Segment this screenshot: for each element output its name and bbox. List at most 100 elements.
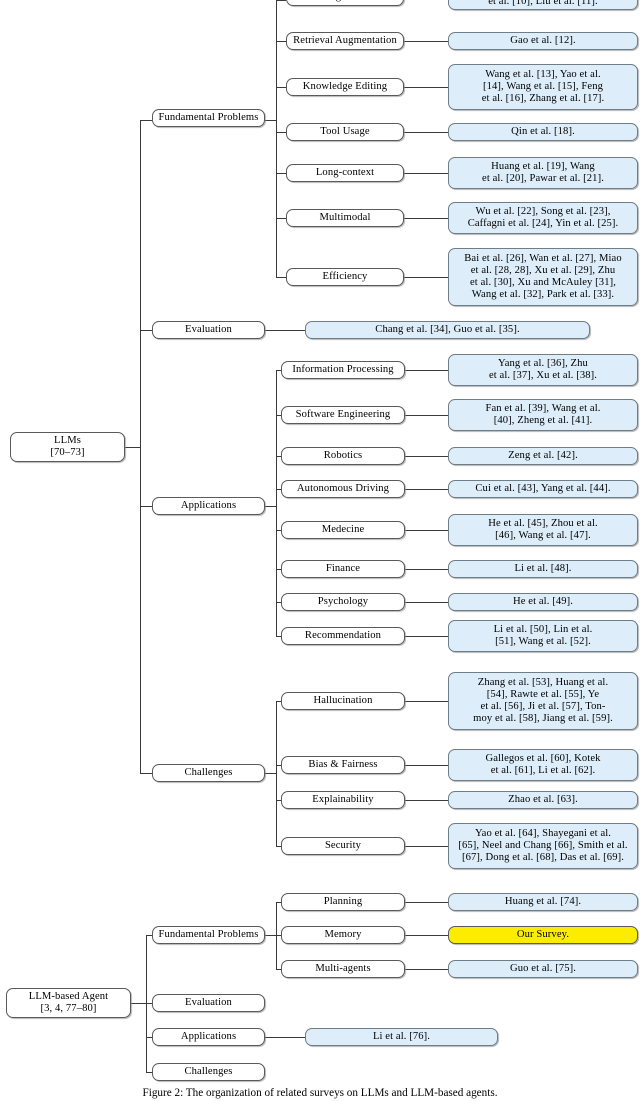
- connector-llms-challenges-spine: [276, 701, 277, 846]
- ref-node-recommendation: Li et al. [50], Lin et al. [51], Wang et…: [448, 620, 638, 652]
- branch-node-llms-applications: Applications: [152, 497, 265, 515]
- ref-node-agent-applications: Li et al. [76].: [305, 1028, 498, 1046]
- connector-software-engineering-to-refs: [405, 415, 448, 416]
- connector-llms-spine: [140, 120, 141, 773]
- connector-llms-applications-stem: [265, 506, 276, 507]
- topic-node-alignment: Alignment: [286, 0, 404, 6]
- branch-node-llms-challenges: Challenges: [152, 764, 265, 782]
- ref-node-multi-agents-text: Guo et al. [75].: [509, 962, 577, 974]
- ref-node-retrieval-augmentation-text: Gao et al. [12].: [510, 34, 576, 46]
- connector-efficiency-to-refs: [404, 277, 448, 278]
- branch-node-llms-fundamental-problems-label: Fundamental Problems: [158, 111, 259, 123]
- topic-node-efficiency-label: Efficiency: [322, 270, 368, 282]
- topic-node-knowledge-editing-label: Knowledge Editing: [302, 80, 388, 92]
- ref-node-explainability: Zhao et al. [63].: [448, 791, 638, 809]
- connector-robotics-to-refs: [405, 456, 448, 457]
- connector-multi-agents-to-refs: [405, 969, 448, 970]
- connector-information-processing-to-refs: [405, 370, 448, 371]
- topic-node-long-context-label: Long-context: [315, 166, 375, 178]
- topic-node-multi-agents-label: Multi-agents: [315, 962, 371, 974]
- branch-node-agent-evaluation-label: Evaluation: [185, 996, 232, 1008]
- ref-node-medecine-text: He et al. [45], Zhou et al. [46], Wang e…: [488, 517, 598, 541]
- connector-llms-to-challenges: [140, 773, 152, 774]
- ref-node-multimodal: Wu et al. [22], Song et al. [23], Caffag…: [448, 202, 638, 234]
- ref-node-finance: Li et al. [48].: [448, 560, 638, 578]
- connector-autonomous-driving-to-refs: [405, 489, 448, 490]
- connector-medecine-to-refs: [405, 530, 448, 531]
- topic-node-psychology: Psychology: [281, 593, 405, 611]
- topic-node-medecine: Medecine: [281, 521, 405, 539]
- branch-node-llms-evaluation-label: Evaluation: [185, 323, 232, 335]
- ref-node-bias-fairness: Gallegos et al. [60], Kotek et al. [61],…: [448, 749, 638, 781]
- connector-recommendation-to-refs: [405, 636, 448, 637]
- ref-node-hallucination: Zhang et al. [53], Huang et al. [54], Ra…: [448, 672, 638, 730]
- ref-node-memory-our-survey-text: Our Survey.: [516, 928, 570, 940]
- topic-node-explainability-label: Explainability: [312, 793, 374, 805]
- topic-node-software-engineering-label: Software Engineering: [295, 408, 391, 420]
- ref-node-knowledge-editing-text: Wang et al. [13], Yao et al. [14], Wang …: [481, 68, 605, 105]
- topic-node-bias-fairness: Bias & Fairness: [281, 756, 405, 774]
- connector-hallucination-to-refs: [405, 701, 448, 702]
- connector-security-to-refs: [405, 846, 448, 847]
- connector-tool-usage-to-refs: [404, 132, 448, 133]
- branch-node-agent-fundamental-problems: Fundamental Problems: [152, 926, 265, 944]
- connector-bias-fairness-to-refs: [405, 765, 448, 766]
- ref-node-multi-agents: Guo et al. [75].: [448, 960, 638, 978]
- topic-node-robotics-label: Robotics: [323, 449, 363, 461]
- connector-fundamental-to-tool-usage: [276, 132, 286, 133]
- root-node-llm-based-agent: LLM-based Agent [3, 4, 77–80]: [6, 988, 131, 1018]
- taxonomy-diagram: LLMs [70–73] Fundamental Problems Alignm…: [0, 0, 640, 1101]
- topic-node-information-processing: Information Processing: [281, 361, 405, 379]
- ref-node-security-text: Yao et al. [64], Shayegani et al. [65], …: [458, 827, 628, 864]
- ref-node-multimodal-text: Wu et al. [22], Song et al. [23], Caffag…: [467, 205, 619, 229]
- ref-node-knowledge-editing: Wang et al. [13], Yao et al. [14], Wang …: [448, 64, 638, 110]
- connector-finance-to-refs: [405, 569, 448, 570]
- ref-node-efficiency: Bai et al. [26], Wan et al. [27], Miao e…: [448, 248, 638, 306]
- branch-node-agent-applications-label: Applications: [180, 1030, 237, 1042]
- topic-node-finance-label: Finance: [325, 562, 361, 574]
- branch-node-agent-fundamental-problems-label: Fundamental Problems: [158, 928, 259, 940]
- topic-node-psychology-label: Psychology: [317, 595, 369, 607]
- ref-node-robotics-text: Zeng et al. [42].: [508, 449, 578, 461]
- connector-agent-fundamental-stem: [265, 935, 276, 936]
- connector-llms-applications-spine: [276, 370, 277, 636]
- topic-node-bias-fairness-label: Bias & Fairness: [308, 758, 378, 770]
- topic-node-planning: Planning: [281, 893, 405, 911]
- topic-node-multimodal: Multimodal: [286, 209, 404, 227]
- topic-node-planning-label: Planning: [323, 895, 363, 907]
- connector-fundamental-to-long-context: [276, 173, 286, 174]
- connector-fundamental-to-retrieval: [276, 41, 286, 42]
- connector-planning-to-refs: [405, 902, 448, 903]
- topic-node-tool-usage-label: Tool Usage: [320, 125, 370, 137]
- topic-node-security-label: Security: [324, 839, 362, 851]
- connector-knowledge-editing-to-refs: [404, 87, 448, 88]
- connector-llms-to-applications: [140, 506, 152, 507]
- ref-node-robotics: Zeng et al. [42].: [448, 447, 638, 465]
- topic-node-information-processing-label: Information Processing: [292, 363, 394, 375]
- connector-llms-stem: [125, 447, 140, 448]
- topic-node-alignment-label: Alignment: [290, 0, 400, 3]
- connector-retrieval-to-refs: [404, 41, 448, 42]
- root-node-llm-based-agent-label: LLM-based Agent [3, 4, 77–80]: [28, 990, 109, 1014]
- branch-node-agent-challenges-label: Challenges: [184, 1065, 233, 1077]
- connector-fundamental-to-alignment: [276, 0, 286, 1]
- connector-memory-to-refs: [405, 935, 448, 936]
- ref-node-recommendation-text: Li et al. [50], Lin et al. [51], Wang et…: [493, 623, 593, 647]
- connector-llms-challenges-stem: [265, 773, 276, 774]
- topic-node-multi-agents: Multi-agents: [281, 960, 405, 978]
- topic-node-memory-label: Memory: [324, 928, 362, 940]
- branch-node-llms-challenges-label: Challenges: [184, 766, 233, 778]
- ref-node-planning-text: Huang et al. [74].: [504, 895, 582, 907]
- topic-node-retrieval-augmentation-label: Retrieval Augmentation: [293, 34, 397, 46]
- connector-llms-to-evaluation: [140, 330, 152, 331]
- ref-node-agent-applications-text: Li et al. [76].: [372, 1030, 431, 1042]
- connector-multimodal-to-refs: [404, 218, 448, 219]
- ref-node-planning: Huang et al. [74].: [448, 893, 638, 911]
- ref-node-psychology-text: He et al. [49].: [512, 595, 574, 607]
- connector-llms-to-fundamental: [140, 120, 152, 121]
- ref-node-tool-usage-text: Qin et al. [18].: [511, 125, 575, 137]
- connector-psychology-to-refs: [405, 602, 448, 603]
- ref-node-finance-text: Li et al. [48].: [514, 562, 572, 574]
- ref-node-software-engineering-text: Fan et al. [39], Wang et al. [40], Zheng…: [485, 402, 601, 426]
- topic-node-recommendation-label: Recommendation: [304, 629, 382, 641]
